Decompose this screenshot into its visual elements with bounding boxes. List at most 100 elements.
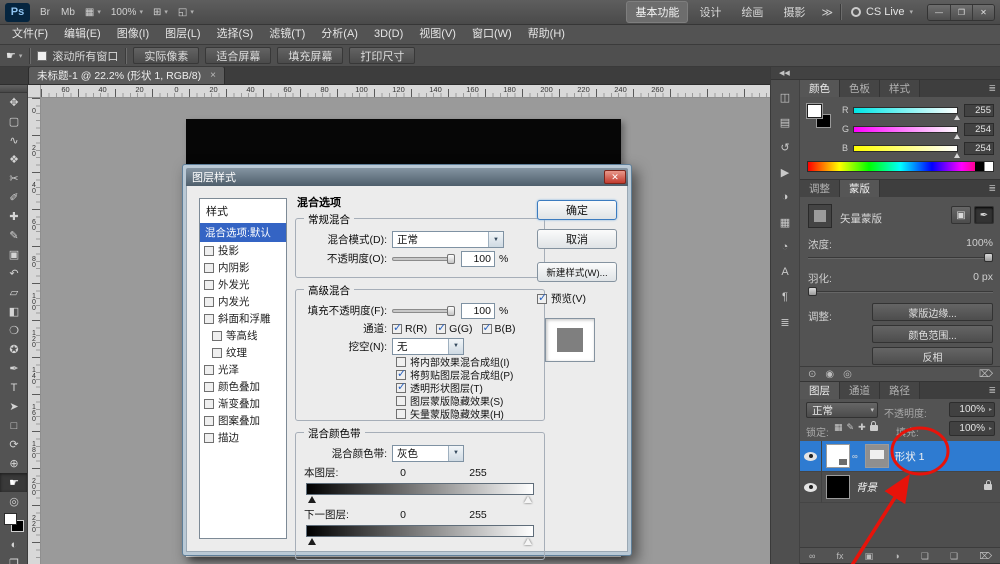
dock-icon-4[interactable]: ▶ [774,162,796,182]
arrange-documents-icon[interactable]: ⊞ [149,3,172,21]
preview-option[interactable]: 预览(V) [537,291,617,306]
style-item[interactable]: 描边 [200,429,286,446]
style-item[interactable]: 内发光 [200,293,286,310]
adjustment-layer-icon[interactable]: ◑ [894,551,899,561]
menu-item[interactable]: 视图(V) [411,25,464,44]
density-value[interactable]: 100% [966,237,993,252]
zoom-tool[interactable]: ◎ [0,492,27,511]
style-item[interactable]: 光泽 [200,361,286,378]
blend-if-black-marker[interactable] [308,538,316,545]
ramp-white-swatch[interactable] [984,162,993,171]
panel-tab[interactable]: 样式 [880,80,920,97]
style-item[interactable]: 投影 [200,242,286,259]
panel-tab[interactable]: 色板 [840,80,880,97]
style-checkbox[interactable] [212,347,222,358]
style-checkbox[interactable] [204,245,214,256]
dialog-close-button[interactable]: ✕ [604,170,626,184]
style-checkbox[interactable] [204,279,214,290]
blend-option-checkbox[interactable] [396,380,406,393]
menu-item[interactable]: 窗口(W) [464,25,520,44]
style-item[interactable]: 斜面和浮雕 [200,310,286,327]
restore-button[interactable]: ❐ [950,4,972,20]
crop-tool[interactable]: ✂ [0,169,27,188]
style-item[interactable]: 渐变叠加 [200,395,286,412]
layer-visibility-toggle[interactable] [800,441,822,472]
green-value[interactable]: 254 [964,122,994,136]
layer-opacity-input[interactable]: 100% [949,402,995,417]
channel-checkbox-row[interactable]: G(G) [436,321,473,335]
type-tool[interactable]: T [0,378,27,397]
opacity-slider[interactable] [392,253,455,264]
add-vector-mask-button[interactable]: ✒ [974,206,994,224]
scroll-all-windows-option[interactable]: 滚动所有窗口 [37,48,118,64]
layer-fill-input[interactable]: 100% [949,421,995,436]
blue-slider[interactable] [853,144,960,158]
mask-refine-button[interactable]: 蒙版边缘... [872,303,993,321]
mask-thumbnail[interactable] [808,204,832,228]
lock-transparent-icon[interactable]: ▦ [834,422,843,433]
eraser-tool[interactable]: ▱ [0,283,27,302]
opacity-slider-knob[interactable] [447,253,455,264]
collapse-panels-icon[interactable]: ◀◀ [779,69,790,77]
marquee-tool[interactable]: ▢ [0,112,27,131]
dock-icon-8[interactable]: A [774,262,796,282]
panel-tab[interactable]: 路径 [880,382,920,399]
style-checkbox[interactable] [204,364,214,375]
dock-icon-3[interactable]: ↺ [774,137,796,157]
blue-slider-knob[interactable] [954,152,960,158]
mask-refine-button[interactable]: 颜色范围... [872,325,993,343]
3d-rotate-tool[interactable]: ⟳ [0,435,27,454]
mini-bridge-icon[interactable]: Mb [57,3,79,21]
dialog-titlebar[interactable]: 图层样式 ✕ [186,168,628,186]
blend-if-white-marker[interactable] [524,538,532,545]
style-item[interactable]: 纹理 [200,344,286,361]
dock-icon-7[interactable]: ◔ [774,237,796,257]
blend-option-checkbox[interactable] [396,356,406,367]
eyedropper-tool[interactable]: ✐ [0,188,27,207]
workspace-button[interactable]: 设计 [690,1,730,23]
disable-mask-icon[interactable]: ◎ [843,369,852,380]
channel-checkbox-row[interactable]: B(B) [481,321,516,335]
menu-item[interactable]: 图像(I) [109,25,157,44]
style-checkbox[interactable] [204,398,214,409]
layer-effects-icon[interactable]: fx [837,551,844,561]
layer-blend-mode-select[interactable]: 正常 [806,402,878,418]
brush-tool[interactable]: ✎ [0,226,27,245]
knockout-select[interactable]: 无 [392,337,464,355]
dock-icon-10[interactable]: ≣ [774,312,796,332]
style-item[interactable]: 等高线 [200,327,286,344]
dock-icon-5[interactable]: ◑ [774,187,796,207]
zoom-level-control[interactable]: 100% [107,3,147,21]
options-button[interactable]: 打印尺寸 [349,47,416,64]
blend-option-checkbox[interactable] [396,367,406,380]
foreground-color-swatch[interactable] [4,513,17,525]
cslive-menu[interactable]: CS Live [844,4,920,20]
minimize-button[interactable]: — [928,4,950,20]
screen-mode-toggle-icon[interactable]: ❐ [0,554,27,564]
workspace-button[interactable]: 绘画 [732,1,772,23]
layer-name[interactable]: 形状 1 [895,449,925,464]
style-item[interactable]: 外发光 [200,276,286,293]
layer-name[interactable]: 背景 [856,480,877,495]
move-tool[interactable]: ✥ [0,93,27,112]
channel-checkbox[interactable] [392,321,402,334]
options-button[interactable]: 填充屏幕 [277,47,344,64]
workspace-overflow-icon[interactable]: ≫ [817,6,837,19]
cancel-button[interactable]: 取消 [537,229,617,249]
new-layer-icon[interactable]: ❑ [950,551,958,562]
style-checkbox[interactable] [204,262,214,273]
clone-stamp-tool[interactable]: ▣ [0,245,27,264]
document-tab[interactable]: 未标题-1 @ 22.2% (形状 1, RGB/8) × [28,66,225,84]
new-style-button[interactable]: 新建样式(W)... [537,262,617,282]
layer-visibility-toggle[interactable] [800,471,822,503]
scroll-all-checkbox[interactable] [37,50,48,61]
workspace-button[interactable]: 基本功能 [626,1,689,23]
blend-option-row[interactable]: 矢量蒙版隐藏效果(H) [396,407,536,421]
menu-item[interactable]: 帮助(H) [520,25,573,44]
style-checkbox[interactable] [204,415,214,426]
red-value[interactable]: 255 [964,103,994,117]
channel-checkbox[interactable] [481,321,492,334]
panel-tab[interactable]: 颜色 [800,80,840,97]
view-extras-icon[interactable]: ▦ [81,3,105,21]
style-item[interactable]: 内阴影 [200,259,286,276]
